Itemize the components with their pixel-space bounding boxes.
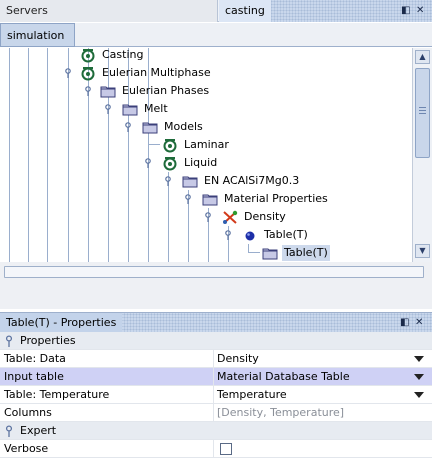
category-label: Properties bbox=[20, 334, 76, 347]
tree-horizontal-scrollbar[interactable] bbox=[4, 266, 424, 278]
tree-node-label: Melt bbox=[144, 102, 168, 115]
tree-node-label: Models bbox=[164, 120, 203, 133]
expander-key-icon[interactable] bbox=[64, 68, 72, 78]
tree-node-label: EN ACAlSi7Mg0.3 bbox=[204, 174, 300, 187]
folder-icon bbox=[202, 191, 218, 207]
scroll-up-arrow-icon[interactable]: ▲ bbox=[415, 50, 430, 64]
properties-sheet: Properties Table: Data Density Input tab… bbox=[0, 332, 432, 458]
folder-icon bbox=[182, 173, 198, 189]
expander-key-icon[interactable] bbox=[184, 194, 192, 204]
property-row-columns: Columns [Density, Temperature] bbox=[0, 404, 432, 422]
category-properties[interactable]: Properties bbox=[0, 332, 432, 350]
property-row-table-temperature[interactable]: Table: Temperature Temperature bbox=[0, 386, 432, 404]
restore-icon[interactable]: ◧ bbox=[401, 5, 410, 17]
folder-icon bbox=[142, 119, 158, 135]
tab-row: simulation bbox=[0, 23, 432, 47]
close-icon[interactable]: ✕ bbox=[416, 5, 424, 17]
property-row-verbose[interactable]: Verbose bbox=[0, 440, 432, 458]
dropdown-arrow-icon[interactable] bbox=[414, 356, 424, 362]
servers-tab-label: Servers bbox=[6, 4, 48, 17]
tree-guide-line bbox=[47, 48, 48, 262]
expander-key-icon[interactable] bbox=[124, 122, 132, 132]
property-row-table-data[interactable]: Table: Data Density bbox=[0, 350, 432, 368]
property-key: Verbose bbox=[4, 442, 49, 455]
ball-icon bbox=[242, 227, 258, 243]
continuum-icon bbox=[162, 137, 178, 153]
folder-icon bbox=[100, 83, 116, 99]
tree-connector bbox=[148, 136, 160, 145]
close-icon[interactable]: ✕ bbox=[415, 317, 423, 329]
column-divider bbox=[213, 404, 214, 422]
expander-key-icon[interactable] bbox=[4, 335, 14, 347]
dropdown-arrow-icon[interactable] bbox=[414, 374, 424, 380]
scroll-thumb[interactable] bbox=[415, 68, 430, 158]
expander-key-icon[interactable] bbox=[204, 212, 212, 222]
property-key: Columns bbox=[4, 406, 52, 419]
tree-node-label: Laminar bbox=[184, 138, 229, 151]
expander-key-icon[interactable] bbox=[84, 86, 92, 96]
property-key: Table: Temperature bbox=[4, 388, 110, 401]
property-value[interactable]: Material Database Table bbox=[217, 370, 350, 384]
property-key: Input table bbox=[4, 370, 64, 383]
tree-node-label: Casting bbox=[102, 48, 144, 61]
continuum-icon bbox=[162, 155, 178, 171]
tree-node-label: Eulerian Phases bbox=[122, 84, 210, 97]
tree-node-label: Eulerian Multiphase bbox=[102, 66, 211, 79]
tab-simulation-label: simulation bbox=[7, 29, 65, 42]
expander-key-icon[interactable] bbox=[144, 158, 152, 168]
tab-simulation[interactable]: simulation bbox=[0, 23, 75, 47]
property-value[interactable]: Temperature bbox=[217, 388, 287, 402]
column-divider bbox=[213, 386, 214, 404]
tree-vertical-scrollbar[interactable]: ▲ ▼ bbox=[412, 48, 432, 262]
tree-footer bbox=[0, 262, 432, 309]
column-divider bbox=[213, 368, 214, 386]
dropdown-arrow-icon[interactable] bbox=[414, 392, 424, 398]
expander-key-icon[interactable] bbox=[104, 104, 112, 114]
expander-key-icon[interactable] bbox=[164, 176, 172, 186]
scroll-down-arrow-icon[interactable]: ▼ bbox=[415, 244, 430, 258]
expander-key-icon[interactable] bbox=[224, 230, 232, 240]
column-divider bbox=[213, 440, 214, 458]
tree-node-label: Material Properties bbox=[224, 192, 328, 205]
simulation-tree[interactable]: Casting Eulerian Multiphase Eulerian Pha… bbox=[0, 48, 412, 262]
continuum-icon bbox=[80, 48, 96, 63]
tree-guide-line bbox=[68, 48, 69, 262]
verbose-checkbox[interactable] bbox=[220, 443, 232, 455]
tree-node-label: Table(T) bbox=[282, 245, 330, 261]
tree-guide-line bbox=[28, 48, 29, 262]
tree-connector bbox=[248, 244, 260, 253]
properties-title: Table(T) - Properties bbox=[0, 313, 123, 332]
tree-node-label: Density bbox=[244, 210, 286, 223]
tree-node-label: Liquid bbox=[184, 156, 218, 169]
casting-tab-label: casting bbox=[219, 0, 271, 22]
property-row-input-table[interactable]: Input table Material Database Table bbox=[0, 368, 432, 386]
folder-icon bbox=[262, 245, 278, 261]
tree-guide-line bbox=[9, 48, 10, 262]
tree-node-label: Table(T) bbox=[264, 228, 308, 241]
category-label: Expert bbox=[20, 424, 57, 437]
column-divider bbox=[213, 350, 214, 368]
property-value[interactable]: Density bbox=[217, 352, 259, 366]
expander-key-icon[interactable] bbox=[4, 425, 14, 437]
property-value: [Density, Temperature] bbox=[217, 406, 345, 419]
casting-tab[interactable]: casting ◧ ✕ bbox=[219, 0, 432, 22]
restore-icon[interactable]: ◧ bbox=[400, 317, 409, 329]
properties-title-bar: Table(T) - Properties ◧ ✕ bbox=[0, 312, 432, 332]
folder-icon bbox=[122, 101, 138, 117]
servers-tab[interactable]: Servers bbox=[0, 0, 218, 22]
category-expert[interactable]: Expert bbox=[0, 422, 432, 440]
method-icon bbox=[222, 209, 238, 225]
continuum-icon bbox=[80, 65, 96, 81]
property-key: Table: Data bbox=[4, 352, 66, 365]
window-title-bar: Servers casting ◧ ✕ bbox=[0, 0, 432, 22]
